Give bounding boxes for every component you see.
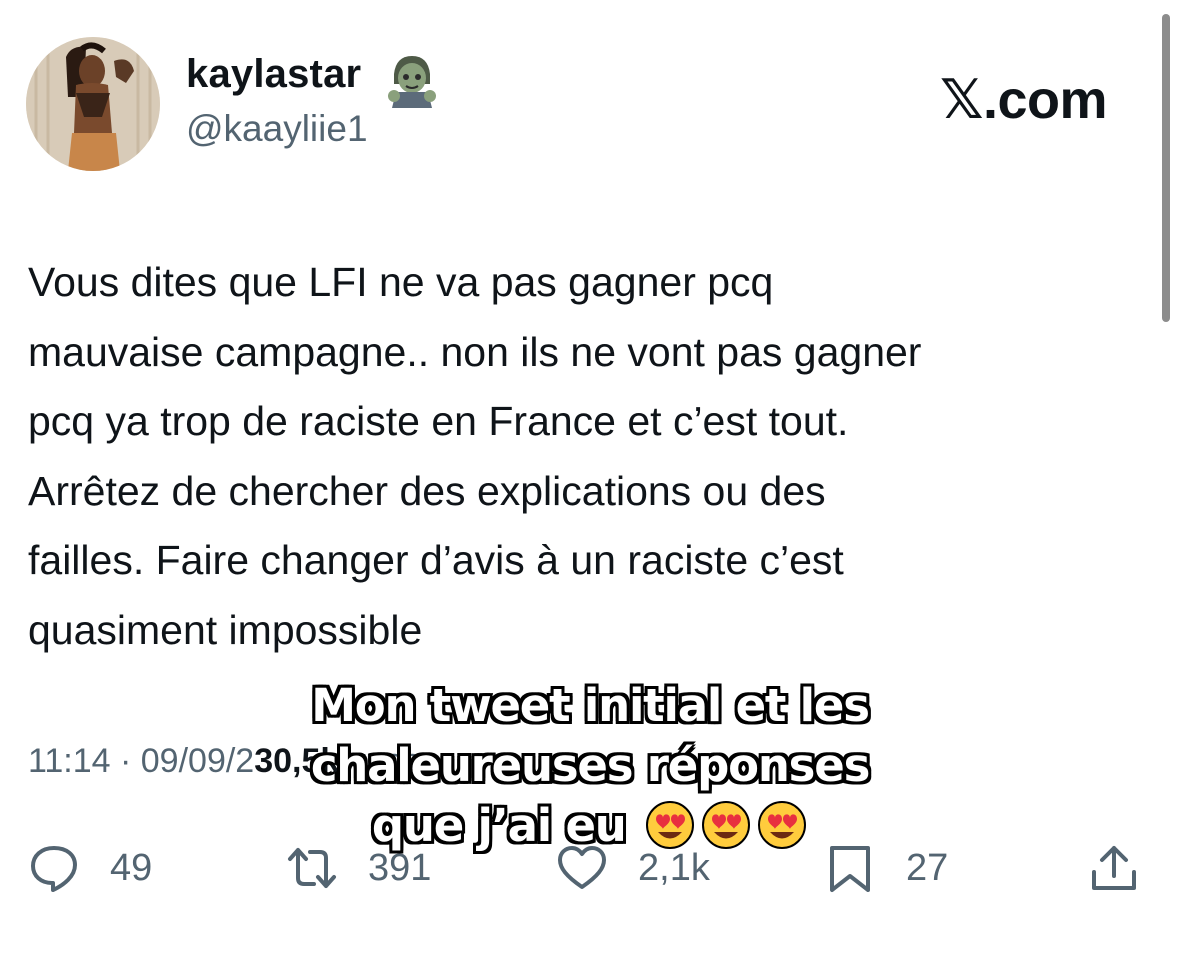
caption-line-3: que j’ai eu <box>200 796 980 856</box>
tweet-text: Vous dites que LFI ne va pas gagner pcq … <box>28 259 922 653</box>
x-com-brand: 𝕏.com <box>940 70 1108 130</box>
heart-eyes-emoji-icon <box>758 801 807 849</box>
user-handle[interactable]: @kaayliie1 <box>186 108 368 150</box>
caption-line-2: chaleureuses réponses <box>310 739 871 792</box>
reply-icon <box>31 846 77 892</box>
heart-eyes-emoji-icon <box>702 801 751 849</box>
caption-line-3-text: que j’ai eu <box>371 799 627 852</box>
share-icon <box>1092 846 1136 890</box>
avatar-photo <box>26 37 160 171</box>
video-caption: Mon tweet initial et les chaleureuses ré… <box>200 676 980 856</box>
share-button[interactable] <box>1088 840 1140 896</box>
reply-count: 49 <box>110 846 153 889</box>
reply-button[interactable]: 49 <box>28 840 152 896</box>
zombie-emoji-icon <box>388 56 436 108</box>
display-name[interactable]: kaylastar <box>186 52 361 97</box>
avatar[interactable] <box>26 37 160 171</box>
caption-line-1: Mon tweet initial et les <box>311 679 870 732</box>
heart-eyes-emoji-icon <box>646 801 695 849</box>
scrollbar[interactable] <box>1162 14 1170 322</box>
